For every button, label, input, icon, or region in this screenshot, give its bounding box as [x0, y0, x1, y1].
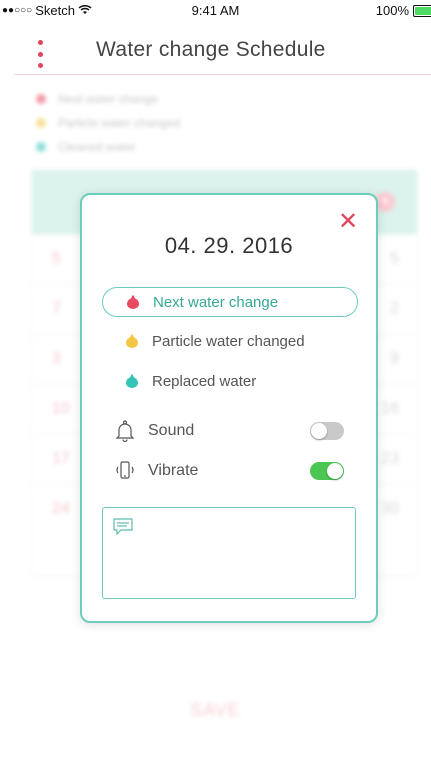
- note-input[interactable]: [102, 507, 356, 599]
- sound-label: Sound: [148, 422, 195, 439]
- bell-icon: [114, 420, 136, 443]
- calendar-day: 16: [381, 400, 399, 417]
- legend-dot-icon: [36, 94, 46, 104]
- message-icon: [113, 518, 133, 536]
- save-button: SAVE: [190, 700, 241, 720]
- legend-item: Cleaned water: [36, 140, 135, 154]
- battery-group: 100%: [376, 3, 431, 18]
- dialog-date: 04. 29. 2016: [164, 233, 294, 258]
- calendar-day: 24: [52, 500, 70, 517]
- legend-dot-icon: [36, 142, 46, 152]
- option-particle-water-changed[interactable]: Particle water changed: [102, 327, 356, 355]
- option-replaced-water[interactable]: Replaced water: [102, 367, 356, 395]
- legend-label: Particle water changed: [58, 116, 181, 130]
- calendar-day: 2: [390, 300, 399, 317]
- calendar-day: 9: [390, 350, 399, 367]
- water-drop-red-icon: [127, 295, 139, 309]
- option-label: Next water change: [153, 293, 279, 311]
- calendar-day: 3: [52, 350, 61, 367]
- option-label: Particle water changed: [152, 332, 305, 350]
- vertical-dots-icon[interactable]: [36, 40, 44, 68]
- sound-toggle[interactable]: [310, 422, 344, 440]
- calendar-day: 7: [52, 300, 61, 317]
- battery-icon: [413, 4, 431, 17]
- water-drop-teal-icon: [126, 374, 138, 388]
- app-header: Water change Schedule: [0, 20, 431, 76]
- calendar-day: 5: [52, 250, 61, 267]
- battery-percent: 100%: [375, 3, 409, 18]
- calendar-day: 5: [390, 250, 399, 267]
- status-time: 9:41 AM: [191, 3, 240, 18]
- calendar-day: 30: [381, 500, 399, 517]
- vibrate-label: Vibrate: [148, 462, 199, 479]
- legend-label: Next water change: [58, 92, 159, 106]
- calendar-day: 17: [52, 450, 70, 467]
- add-icon: +: [375, 192, 395, 212]
- close-icon[interactable]: ✕: [338, 210, 358, 234]
- legend-item: Particle water changed: [36, 116, 180, 130]
- page-title: Water change Schedule: [96, 38, 326, 61]
- sound-row: Sound: [114, 417, 344, 445]
- phone-vibrate-icon: [114, 460, 136, 482]
- calendar-day: 10: [52, 400, 70, 417]
- schedule-dialog: ✕ 04. 29. 2016 Next water change Particl…: [80, 193, 378, 623]
- option-label: Replaced water: [152, 372, 257, 390]
- vibrate-row: Vibrate: [114, 457, 344, 485]
- legend-item: Next water change: [36, 92, 158, 106]
- header-divider: [14, 74, 431, 75]
- calendar-day: 23: [381, 450, 399, 467]
- option-next-water-change[interactable]: Next water change: [102, 287, 358, 317]
- water-drop-yellow-icon: [126, 334, 138, 348]
- legend-dot-icon: [36, 118, 46, 128]
- legend-label: Cleaned water: [58, 140, 136, 154]
- status-bar: ●●○○○ Sketch 9:41 AM 100%: [0, 0, 431, 20]
- vibrate-toggle[interactable]: [310, 462, 344, 480]
